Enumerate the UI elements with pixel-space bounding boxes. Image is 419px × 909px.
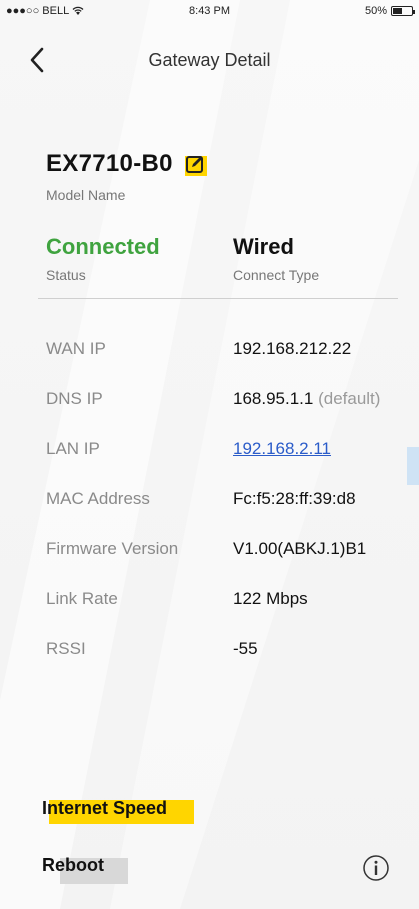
status-time: 8:43 PM xyxy=(189,5,230,17)
model-name: EX7710-B0 xyxy=(46,150,173,177)
detail-label: Link Rate xyxy=(46,589,118,608)
detail-label: RSSI xyxy=(46,639,86,658)
edit-icon xyxy=(185,156,203,173)
model-label: Model Name xyxy=(46,187,126,203)
internet-speed-button[interactable]: Internet Speed xyxy=(42,798,194,824)
internet-speed-label: Internet Speed xyxy=(42,798,168,818)
divider xyxy=(38,298,398,299)
detail-label: Firmware Version xyxy=(46,539,179,558)
info-icon xyxy=(363,855,389,881)
connect-type-value: Wired xyxy=(233,234,294,259)
detail-row-mac-address: MAC Address Fc:f5:28:ff:39:d8 xyxy=(0,489,419,519)
detail-label: MAC Address xyxy=(46,489,150,508)
detail-label: LAN IP xyxy=(46,439,100,458)
detail-value: 168.95.1.1 xyxy=(233,389,314,408)
page-title: Gateway Detail xyxy=(148,50,271,70)
status-bar: ●●●○○ BELL 8:43 PM 50% xyxy=(0,0,419,22)
status-label: Status xyxy=(46,267,86,283)
edit-model-button[interactable] xyxy=(183,152,207,176)
connect-type-label: Connect Type xyxy=(233,267,320,283)
detail-value: Fc:f5:28:ff:39:d8 xyxy=(233,489,356,508)
detail-row-link-rate: Link Rate 122 Mbps xyxy=(0,589,419,619)
detail-value-wrap: 168.95.1.1 (default) xyxy=(233,389,380,409)
info-button[interactable] xyxy=(362,854,390,882)
lan-ip-link[interactable]: 192.168.2.11 xyxy=(233,439,331,459)
model-row: EX7710-B0 xyxy=(46,150,207,178)
detail-value: -55 xyxy=(233,639,258,658)
detail-label: DNS IP xyxy=(46,389,103,408)
detail-value: 192.168.212.22 xyxy=(233,339,352,358)
detail-row-rssi: RSSI -55 xyxy=(0,639,419,669)
battery-fill xyxy=(393,8,402,14)
gateway-detail-screen: ●●●○○ BELL 8:43 PM 50% Gateway Detail EX… xyxy=(0,0,419,909)
status-value: Connected xyxy=(46,234,160,259)
detail-value: 122 Mbps xyxy=(233,589,308,608)
reboot-label: Reboot xyxy=(42,855,104,875)
detail-value: V1.00(ABKJ.1)B1 xyxy=(233,539,367,558)
detail-label: WAN IP xyxy=(46,339,106,358)
status-right: 50% xyxy=(364,5,415,17)
detail-row-dns-ip: DNS IP 168.95.1.1 (default) xyxy=(0,389,419,419)
detail-row-lan-ip: LAN IP 192.168.2.11 xyxy=(0,439,419,469)
detail-suffix: (default) xyxy=(313,389,381,408)
nav-bar: Gateway Detail xyxy=(0,28,419,88)
battery-icon xyxy=(391,6,415,16)
reboot-button[interactable]: Reboot xyxy=(42,855,128,884)
side-tab xyxy=(407,447,419,485)
detail-row-firmware-version: Firmware Version V1.00(ABKJ.1)B1 xyxy=(0,539,419,569)
battery-percent: 50% xyxy=(364,5,387,17)
detail-row-wan-ip: WAN IP 192.168.212.22 xyxy=(0,339,419,369)
